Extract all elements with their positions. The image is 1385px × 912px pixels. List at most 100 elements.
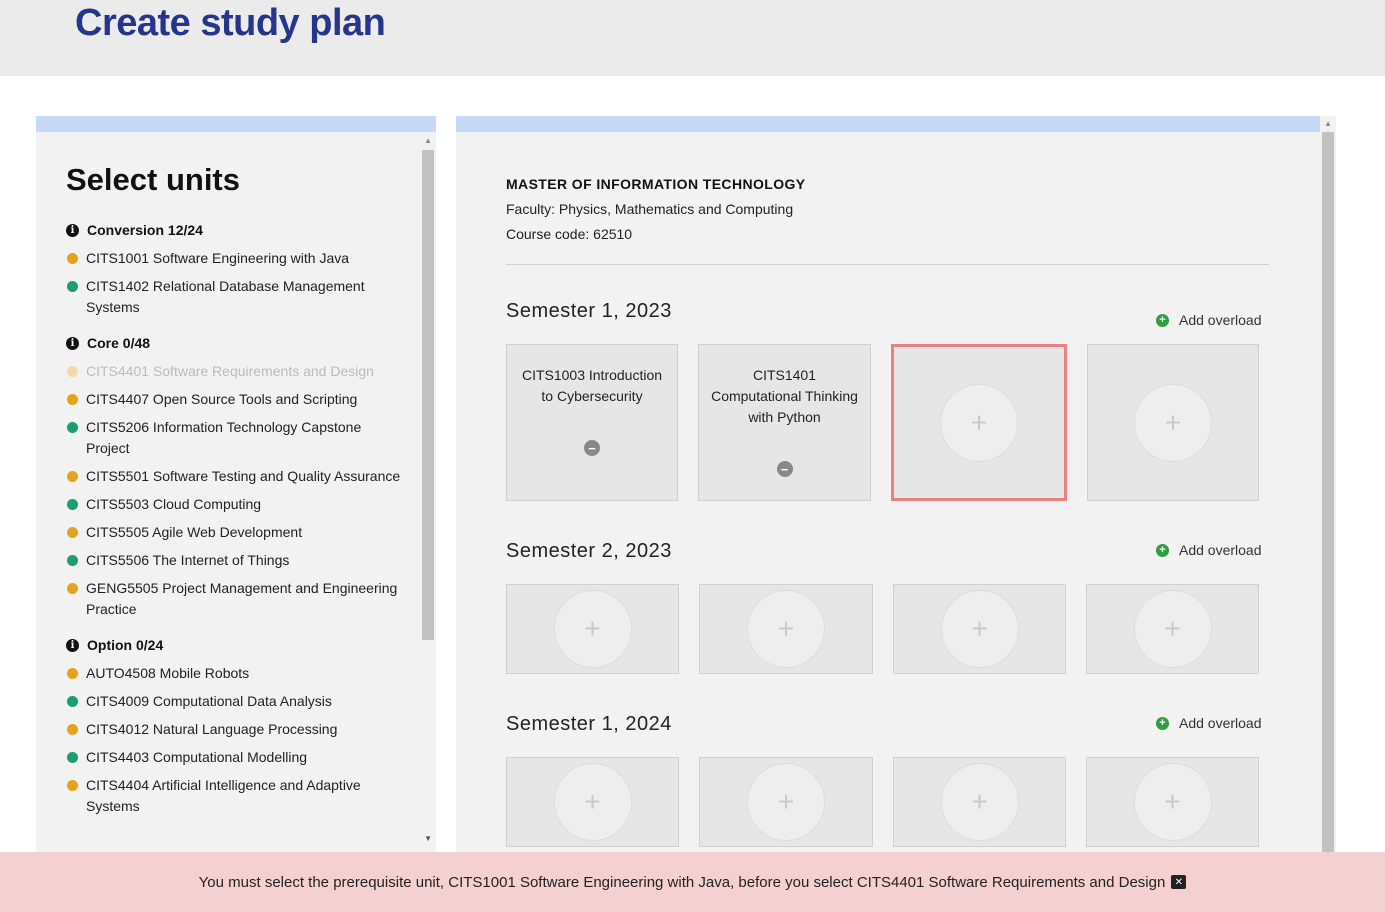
course-title: MASTER OF INFORMATION TECHNOLOGY	[506, 176, 806, 192]
unit-label: CITS5505 Agile Web Development	[86, 524, 303, 540]
add-unit-plus-icon[interactable]: +	[1133, 590, 1212, 668]
unit-item[interactable]: CITS5501 Software Testing and Quality As…	[66, 466, 406, 487]
status-dot-icon	[67, 253, 78, 264]
status-dot-icon	[67, 471, 78, 482]
plus-icon: +	[1156, 313, 1169, 327]
unit-item[interactable]: CITS4009 Computational Data Analysis	[66, 691, 406, 712]
scroll-up-arrow-icon[interactable]: ▲	[1324, 119, 1332, 128]
unit-slot[interactable]: +	[699, 757, 873, 847]
unit-label: CITS1001 Software Engineering with Java	[86, 250, 350, 266]
unit-item[interactable]: CITS4012 Natural Language Processing	[66, 719, 406, 740]
study-plan-panel: MASTER OF INFORMATION TECHNOLOGY Faculty…	[456, 116, 1336, 856]
course-code: Course code: 62510	[506, 226, 633, 242]
info-icon[interactable]: i	[66, 638, 79, 652]
unit-item[interactable]: AUTO4508 Mobile Robots	[66, 663, 406, 684]
scroll-down-arrow-icon[interactable]: ▼	[424, 834, 432, 843]
semester-title: Semester 1, 2023	[506, 300, 672, 322]
unit-slot-selected[interactable]: +	[891, 344, 1067, 501]
group-header-core: i Core 0/48	[66, 333, 406, 353]
unit-slot[interactable]: +	[506, 757, 679, 847]
unit-slot[interactable]: +	[1086, 584, 1259, 674]
unit-slot[interactable]: +	[893, 757, 1066, 847]
add-overload-button[interactable]: + Add overload	[1156, 715, 1262, 731]
select-units-title: Select units	[66, 162, 240, 197]
info-icon[interactable]: i	[66, 223, 79, 237]
group-header-conversion: i Conversion 12/24	[66, 220, 406, 240]
unit-label: CITS4404 Artificial Intelligence and Ada…	[86, 777, 361, 814]
group-header-option: i Option 0/24	[66, 635, 406, 655]
add-overload-button[interactable]: + Add overload	[1156, 312, 1262, 328]
status-dot-icon	[67, 696, 78, 707]
unit-label: CITS4407 Open Source Tools and Scripting	[86, 391, 358, 407]
unit-slot[interactable]: +	[1087, 344, 1259, 501]
add-unit-plus-icon[interactable]: +	[747, 763, 825, 841]
remove-unit-minus-icon[interactable]: −	[584, 440, 600, 456]
status-dot-icon	[67, 555, 78, 566]
scroll-up-arrow-icon[interactable]: ▲	[424, 136, 432, 145]
unit-slot[interactable]: +	[699, 584, 873, 674]
unit-slot[interactable]: +	[1086, 757, 1259, 847]
add-unit-plus-icon[interactable]: +	[747, 590, 825, 668]
page-title: Create study plan	[75, 2, 386, 44]
unit-label: CITS4012 Natural Language Processing	[86, 721, 338, 737]
unit-item[interactable]: CITS5206 Information Technology Capstone…	[66, 417, 406, 459]
unit-label: CITS5503 Cloud Computing	[86, 496, 262, 512]
remove-unit-minus-icon[interactable]: −	[776, 461, 793, 477]
unit-label: CITS5506 The Internet of Things	[86, 552, 290, 568]
unit-item[interactable]: CITS1001 Software Engineering with Java	[66, 248, 406, 269]
plus-icon: +	[1156, 716, 1169, 730]
add-overload-button[interactable]: + Add overload	[1156, 542, 1262, 558]
unit-label: CITS4403 Computational Modelling	[86, 749, 308, 765]
status-dot-icon	[67, 527, 78, 538]
add-overload-label: Add overload	[1179, 542, 1262, 558]
sidebar-scroll-thumb[interactable]	[422, 150, 434, 640]
slot-unit-label: CITS1401 Computational Thinking with Pyt…	[711, 367, 858, 425]
unit-item[interactable]: CITS4401 Software Requirements and Desig…	[66, 361, 406, 382]
group-label: Core 0/48	[87, 335, 151, 351]
unit-item[interactable]: CITS5503 Cloud Computing	[66, 494, 406, 515]
status-dot-icon	[67, 394, 78, 405]
semester-title: Semester 1, 2024	[506, 713, 672, 735]
status-dot-icon	[67, 724, 78, 735]
unit-label: CITS4401 Software Requirements and Desig…	[86, 363, 374, 379]
add-unit-plus-icon[interactable]: +	[940, 590, 1019, 668]
header-bar: Create study plan	[0, 0, 1385, 76]
unit-item[interactable]: CITS5505 Agile Web Development	[66, 522, 406, 543]
unit-label: GENG5505 Project Management and Engineer…	[86, 580, 398, 617]
add-unit-plus-icon[interactable]: +	[553, 590, 632, 668]
add-unit-plus-icon[interactable]: +	[940, 383, 1018, 462]
group-label: Option 0/24	[87, 637, 164, 653]
unit-list: i Conversion 12/24 CITS1001 Software Eng…	[66, 220, 406, 824]
unit-item[interactable]: GENG5505 Project Management and Engineer…	[66, 578, 406, 620]
status-dot-icon	[67, 583, 78, 594]
unit-slot[interactable]: CITS1003 Introduction to Cybersecurity −	[506, 344, 678, 501]
main-scroll-thumb[interactable]	[1322, 132, 1334, 856]
unit-selector-panel: Select units i Conversion 12/24 CITS1001…	[36, 116, 436, 856]
close-icon[interactable]: ✕	[1171, 875, 1187, 889]
panel-top-band	[36, 116, 436, 132]
status-dot-icon	[67, 281, 78, 292]
unit-slot[interactable]: +	[506, 584, 679, 674]
unit-item[interactable]: CITS4404 Artificial Intelligence and Ada…	[66, 775, 406, 817]
info-icon[interactable]: i	[66, 336, 79, 350]
unit-item[interactable]: CITS4407 Open Source Tools and Scripting	[66, 389, 406, 410]
add-overload-label: Add overload	[1179, 715, 1262, 731]
unit-slot[interactable]: CITS1401 Computational Thinking with Pyt…	[698, 344, 871, 501]
add-unit-plus-icon[interactable]: +	[553, 763, 632, 841]
unit-item[interactable]: CITS4403 Computational Modelling	[66, 747, 406, 768]
alert-message: You must select the prerequisite unit, C…	[198, 873, 1166, 891]
divider	[506, 264, 1269, 265]
unit-item[interactable]: CITS1402 Relational Database Management …	[66, 276, 406, 318]
prerequisite-alert: You must select the prerequisite unit, C…	[0, 852, 1385, 912]
unit-slot[interactable]: +	[893, 584, 1066, 674]
unit-item[interactable]: CITS5506 The Internet of Things	[66, 550, 406, 571]
unit-label: CITS5206 Information Technology Capstone…	[86, 419, 362, 456]
add-unit-plus-icon[interactable]: +	[940, 763, 1019, 841]
add-unit-plus-icon[interactable]: +	[1133, 763, 1212, 841]
status-dot-icon	[67, 499, 78, 510]
unit-label: CITS1402 Relational Database Management …	[86, 278, 365, 315]
unit-label: CITS4009 Computational Data Analysis	[86, 693, 332, 709]
status-dot-icon	[67, 780, 78, 791]
unit-label: CITS5501 Software Testing and Quality As…	[86, 468, 401, 484]
add-unit-plus-icon[interactable]: +	[1134, 383, 1212, 462]
